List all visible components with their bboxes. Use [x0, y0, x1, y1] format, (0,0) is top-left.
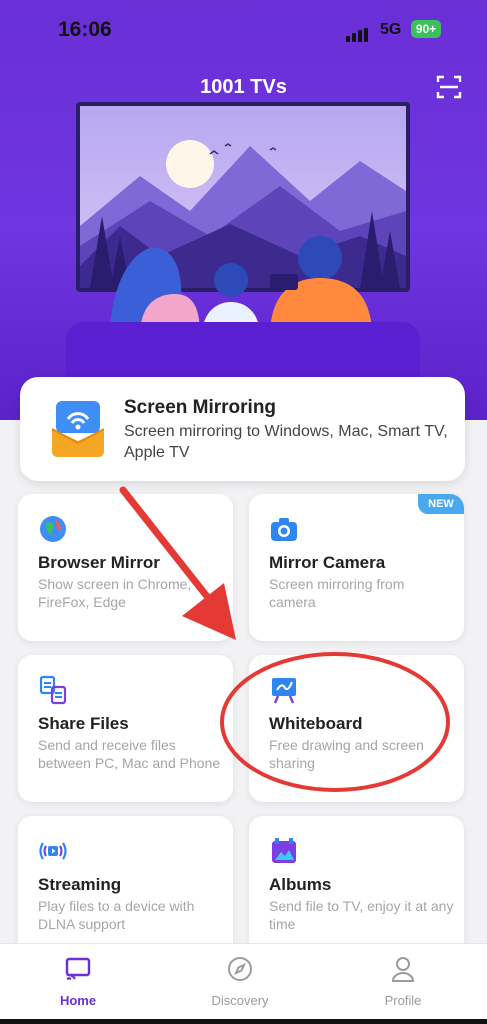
feature-description: Screen mirroring to Windows, Mac, Smart … [124, 423, 448, 461]
whiteboard-icon [272, 678, 296, 704]
card-description: Send and receive files between PC, Mac a… [38, 737, 221, 771]
home-indicator [0, 1019, 487, 1024]
share-files-icon [39, 675, 67, 705]
battery-icon: 90+ [411, 20, 441, 38]
tab-label: Discovery [211, 993, 269, 1008]
card-title: Browser Mirror [38, 553, 160, 572]
albums-card[interactable]: Albums Send file to TV, enjoy it at any … [249, 816, 464, 963]
streaming-icon [39, 842, 67, 860]
card-title: Mirror Camera [269, 553, 386, 572]
app-title: 1001 TVs [200, 76, 287, 98]
card-description: Play files to a device with DLNA support [38, 898, 195, 932]
status-bar: 16:06 5G 90+ [0, 14, 487, 48]
status-time: 16:06 [58, 18, 112, 41]
card-description: Free drawing and screen sharing [269, 737, 424, 771]
card-title: Albums [269, 875, 332, 894]
card-title: Streaming [38, 875, 122, 894]
whiteboard-card[interactable]: Whiteboard Free drawing and screen shari… [249, 655, 464, 802]
new-badge: NEW [418, 494, 464, 514]
app-screen: 16:06 5G 90+ 1001 TVs Screen Mirroring S… [0, 0, 487, 1024]
card-description: Send file to TV, enjoy it at any time [269, 898, 454, 932]
viewers-illustration [110, 236, 372, 336]
tab-label: Profile [384, 993, 422, 1008]
card-description: Show screen in Chrome, FireFox, Edge [38, 576, 192, 610]
signal-icon [346, 24, 370, 42]
person-icon [391, 957, 415, 982]
camera-icon [271, 518, 297, 541]
tab-label: Home [59, 993, 97, 1008]
albums-icon [272, 838, 296, 863]
card-title: Share Files [38, 714, 129, 733]
network-type: 5G [380, 21, 402, 38]
screen-mirroring-icon [51, 401, 105, 457]
tab-profile[interactable]: Profile [353, 956, 453, 1008]
bottom-tab-bar: Home Discovery Profile [0, 943, 487, 1019]
streaming-card[interactable]: Streaming Play files to a device with DL… [18, 816, 233, 963]
feature-title: Screen Mirroring [124, 397, 277, 418]
card-title: Whiteboard [269, 714, 363, 733]
mirror-camera-card[interactable]: NEW Mirror Camera Screen mirroring from … [249, 494, 464, 641]
hero-banner: 16:06 5G 90+ 1001 TVs [0, 0, 487, 420]
share-files-card[interactable]: Share Files Send and receive files betwe… [18, 655, 233, 802]
browser-globe-icon [40, 516, 66, 542]
cast-icon [65, 957, 91, 981]
tab-discovery[interactable]: Discovery [190, 956, 290, 1008]
scan-frame-icon[interactable] [436, 74, 462, 100]
screen-mirroring-card[interactable]: Screen Mirroring Screen mirroring to Win… [20, 377, 465, 481]
tab-home[interactable]: Home [28, 956, 128, 1008]
browser-mirror-card[interactable]: Browser Mirror Show screen in Chrome, Fi… [18, 494, 233, 641]
compass-icon [228, 957, 252, 981]
card-description: Screen mirroring from camera [269, 576, 405, 610]
